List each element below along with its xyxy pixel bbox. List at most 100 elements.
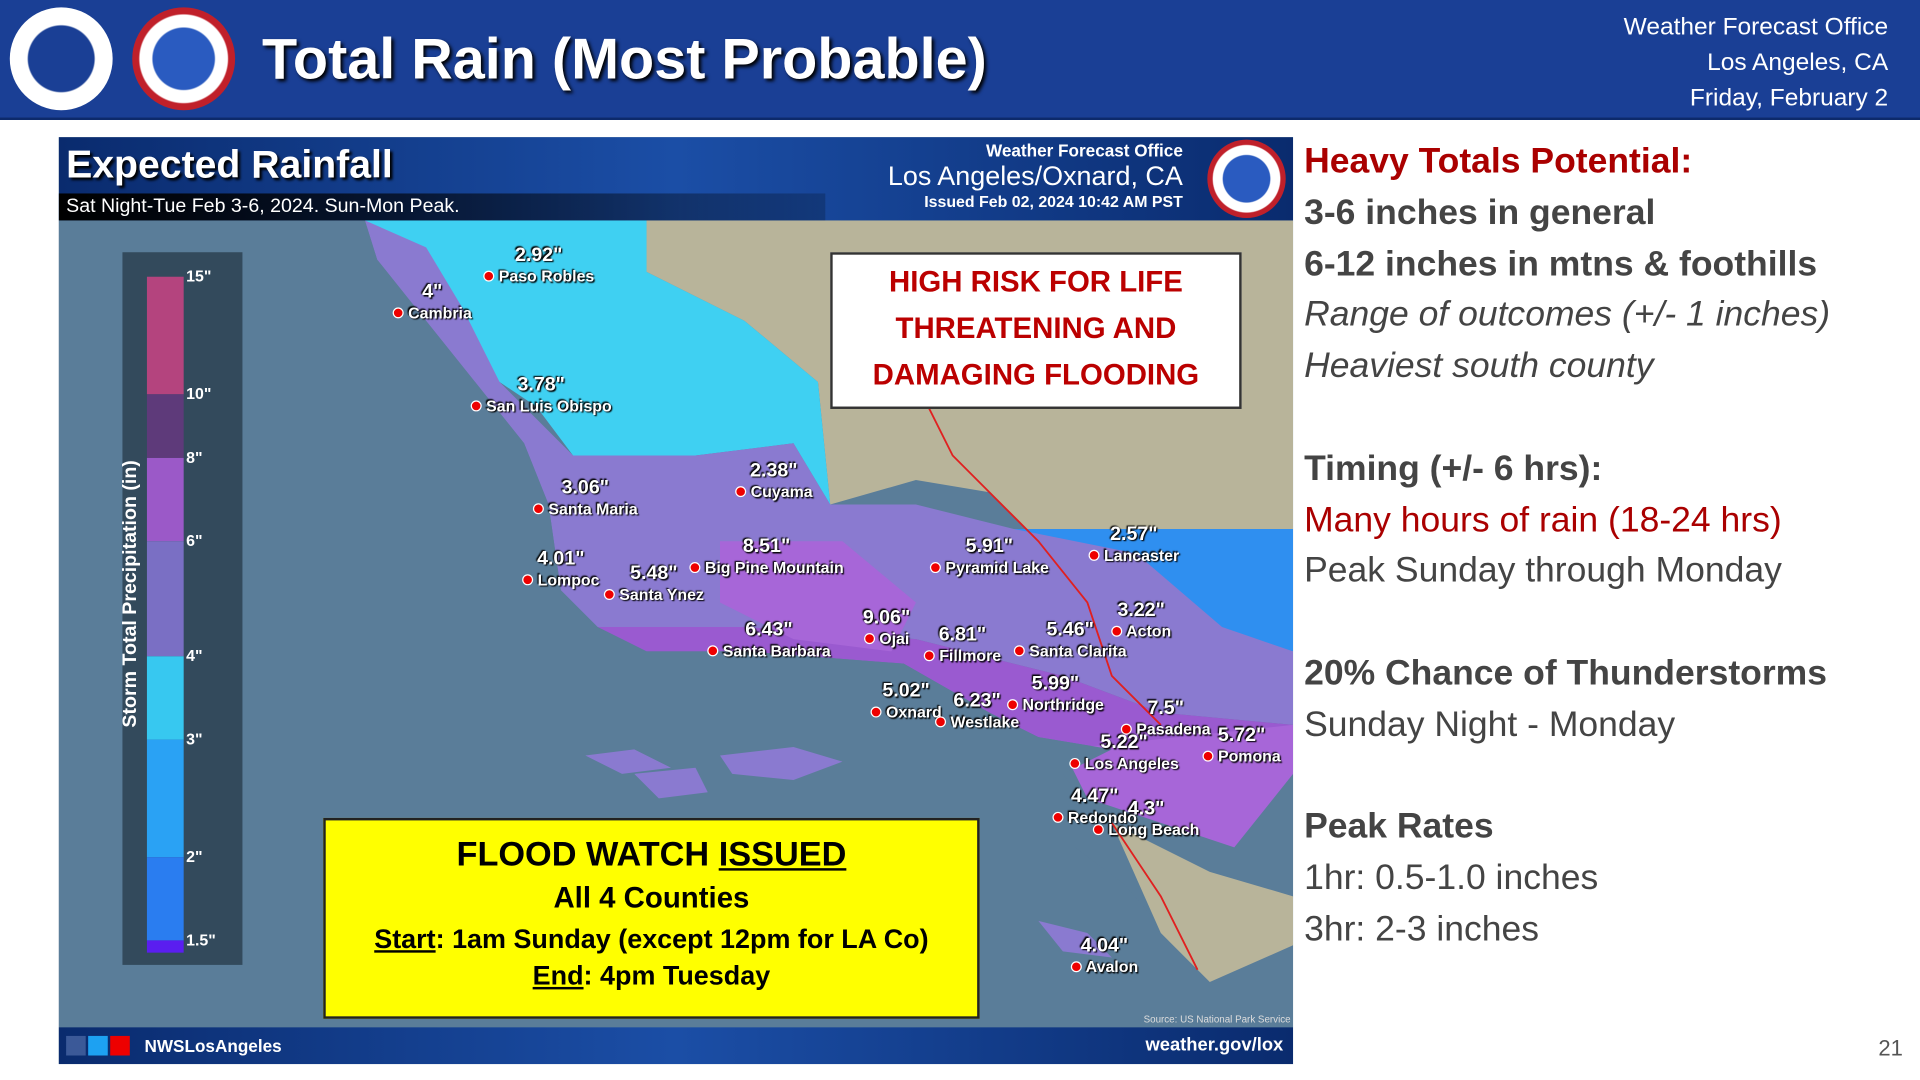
heavy-range: Range of outcomes (+/- 1 inches) bbox=[1304, 295, 1831, 335]
city-name: Pyramid Lake bbox=[945, 558, 1049, 577]
legend-color-band bbox=[146, 394, 184, 458]
city-marker bbox=[923, 650, 935, 662]
city-rain-label: 5.22" Los Angeles bbox=[1069, 732, 1179, 773]
city-marker bbox=[689, 562, 701, 574]
legend-tick: 2" bbox=[186, 847, 203, 866]
city-rain-label: 4.04" Avalon bbox=[1070, 935, 1138, 976]
twitter-icon bbox=[88, 1035, 108, 1056]
city-name: Lancaster bbox=[1104, 546, 1180, 565]
city-rain-label: 6.23" Westlake bbox=[935, 691, 1019, 731]
city-name: Santa Barbara bbox=[722, 641, 831, 661]
rain-value: 5.46" bbox=[1046, 619, 1094, 641]
city-marker bbox=[929, 562, 941, 574]
rain-value: 5.22" bbox=[1100, 732, 1148, 754]
map-header: Expected Rainfall Sat Night-Tue Feb 3-6,… bbox=[58, 137, 1294, 221]
map-title: Expected Rainfall bbox=[66, 142, 393, 187]
page-title: Total Rain (Most Probable) bbox=[262, 25, 987, 91]
city-rain-label: 5.72" Pomona bbox=[1202, 725, 1281, 765]
city-marker bbox=[603, 588, 615, 601]
nws-logo bbox=[1207, 139, 1286, 218]
rain-value: 3.06" bbox=[561, 477, 610, 499]
rain-value: 2.57" bbox=[1110, 524, 1158, 545]
city-marker bbox=[522, 574, 534, 586]
heavy-general: 3-6 inches in general bbox=[1304, 193, 1656, 233]
tstorm-title: 20% Chance of Thunderstorms bbox=[1304, 653, 1827, 694]
city-marker bbox=[1013, 645, 1025, 657]
legend-color-band bbox=[146, 276, 184, 395]
map-office-name: Los Angeles/Oxnard, CA bbox=[887, 160, 1183, 192]
flood-watch-status: ISSUED bbox=[718, 835, 847, 874]
noaa-logo bbox=[9, 7, 113, 111]
rain-value: 6.23" bbox=[953, 690, 1001, 712]
rain-value: 5.99" bbox=[1031, 673, 1080, 695]
city-marker bbox=[870, 706, 882, 718]
rain-value: 3.78" bbox=[517, 374, 565, 396]
risk-line: HIGH RISK FOR LIFE bbox=[888, 265, 1183, 299]
city-rain-label: 9.06" Ojai bbox=[863, 607, 910, 647]
tstorm-time: Sunday Night - Monday bbox=[1304, 705, 1676, 745]
city-marker bbox=[1092, 824, 1104, 836]
office-line: Weather Forecast Office bbox=[1623, 13, 1889, 41]
website-link: weather.gov/lox bbox=[1145, 1034, 1284, 1056]
city-marker bbox=[532, 503, 544, 515]
city-marker bbox=[392, 307, 404, 319]
map-source: Source: US National Park Service bbox=[1143, 1013, 1291, 1025]
rainfall-map: Expected Rainfall Sat Night-Tue Feb 3-6,… bbox=[58, 137, 1294, 1065]
city-rain-label: 5.02" Oxnard bbox=[870, 680, 942, 721]
rates-1hr: 1hr: 0.5-1.0 inches bbox=[1304, 858, 1599, 898]
legend-color-band bbox=[146, 656, 184, 740]
city-rain-label: 2.57" Lancaster bbox=[1088, 524, 1180, 565]
city-rain-label: 3.78" San Luis Obispo bbox=[470, 374, 612, 415]
end-text: : 4pm Tuesday bbox=[583, 960, 771, 991]
city-name: Acton bbox=[1126, 622, 1172, 641]
legend-color-band bbox=[146, 457, 184, 542]
city-marker bbox=[1088, 549, 1100, 561]
timing-title: Timing (+/- 6 hrs): bbox=[1304, 449, 1603, 489]
city-marker bbox=[1052, 811, 1064, 823]
map-footer: NWSLosAngeles weather.gov/lox bbox=[58, 1027, 1294, 1065]
precip-legend: Storm Total Precipitation (in) 15" 10" 8" 6… bbox=[120, 252, 243, 965]
map-office: Weather Forecast Office Los Angeles/Oxna… bbox=[888, 141, 1183, 211]
youtube-icon bbox=[110, 1035, 130, 1056]
rain-value: 5.02" bbox=[882, 680, 930, 702]
city-rain-label: 4.3" Long Beach bbox=[1092, 798, 1199, 839]
city-rain-label: 5.46" Santa Clarita bbox=[1013, 619, 1127, 660]
city-name: Los Angeles bbox=[1084, 754, 1179, 773]
timing-duration: Many hours of rain (18-24 hrs) bbox=[1304, 500, 1782, 540]
office-location: Los Angeles, CA bbox=[1707, 48, 1889, 76]
city-rain-label: 2.38" Cuyama bbox=[735, 460, 813, 501]
legend-tick: 1.5" bbox=[186, 930, 216, 949]
heavy-south: Heaviest south county bbox=[1304, 346, 1654, 386]
page-number: 21 bbox=[1878, 1035, 1903, 1061]
city-marker bbox=[1202, 750, 1214, 762]
city-marker bbox=[470, 400, 482, 412]
city-rain-label: 8.51" Big Pine Mountain bbox=[689, 536, 844, 577]
legend-color-band bbox=[146, 857, 184, 941]
city-name: Westlake bbox=[950, 712, 1020, 732]
heavy-mountains: 6-12 inches in mtns & foothills bbox=[1304, 244, 1818, 284]
rain-value: 2.92" bbox=[515, 244, 563, 266]
social-icons bbox=[66, 1035, 130, 1056]
rain-value: 4.04" bbox=[1080, 935, 1129, 957]
city-rain-label: 3.06" Santa Maria bbox=[532, 477, 638, 518]
timing-peak: Peak Sunday through Monday bbox=[1304, 551, 1782, 591]
city-name: Santa Maria bbox=[548, 499, 638, 518]
rain-value: 7.5" bbox=[1147, 697, 1184, 719]
end-label: End bbox=[532, 960, 584, 991]
city-name: Northridge bbox=[1022, 695, 1104, 714]
city-rain-label: 5.99" Northridge bbox=[1007, 673, 1104, 714]
risk-line: DAMAGING FLOODING bbox=[872, 358, 1200, 392]
city-marker bbox=[483, 270, 495, 282]
rain-value: 9.06" bbox=[862, 607, 911, 629]
city-name: Fillmore bbox=[939, 646, 1002, 665]
rates-3hr: 3hr: 2-3 inches bbox=[1304, 909, 1539, 949]
legend-color-band bbox=[146, 940, 184, 953]
city-marker bbox=[935, 716, 947, 728]
facebook-icon bbox=[66, 1035, 86, 1056]
legend-tick: 6" bbox=[186, 531, 203, 550]
start-text: : 1am Sunday (except 12pm for LA Co) bbox=[435, 923, 929, 954]
legend-tick: 10" bbox=[186, 384, 212, 403]
header-bar: Total Rain (Most Probable) Weather Forec… bbox=[0, 0, 1920, 121]
nws-logo bbox=[132, 7, 236, 111]
city-name: Paso Robles bbox=[498, 266, 595, 286]
